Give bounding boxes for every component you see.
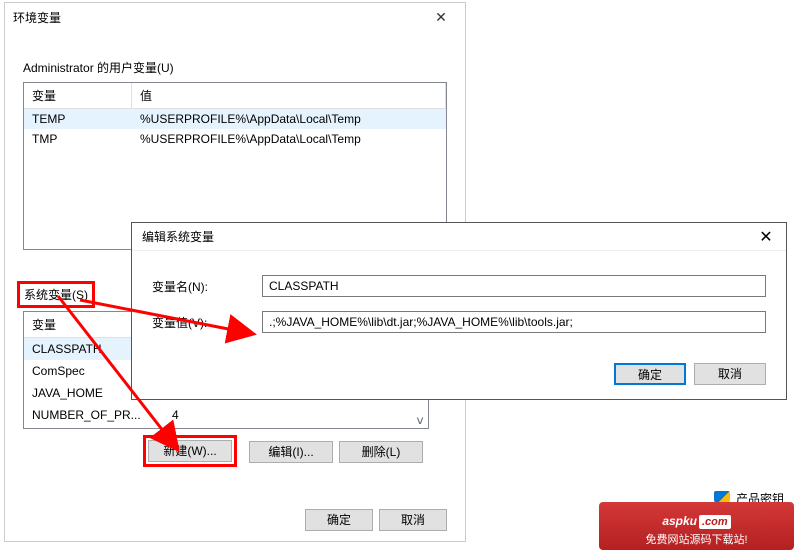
cell-value: %USERPROFILE%\AppData\Local\Temp	[132, 129, 446, 149]
ok-button[interactable]: 确定	[305, 509, 373, 531]
table-row[interactable]: TEMP %USERPROFILE%\AppData\Local\Temp	[24, 109, 446, 129]
aspku-logo-text: aspku	[662, 514, 697, 528]
col-value: 值	[132, 83, 446, 108]
close-icon[interactable]: ✕	[425, 3, 457, 31]
edit-system-variable-dialog: 编辑系统变量 ✕ 变量名(N): 变量值(V): 确定 取消	[131, 222, 787, 400]
col-variable: 变量	[24, 83, 132, 108]
cancel-button[interactable]: 取消	[694, 363, 766, 385]
edit-button[interactable]: 编辑(I)...	[249, 441, 333, 463]
new-button[interactable]: 新建(W)...	[148, 440, 232, 462]
cell-value: 4	[164, 405, 428, 425]
new-button-highlight: 新建(W)...	[143, 435, 237, 467]
system-vars-label-highlight: 系统变量(S)	[17, 281, 95, 308]
table-header: 变量 值	[24, 83, 446, 109]
table-row[interactable]: OS Windows NT	[24, 426, 428, 429]
cell-value: Windows NT	[164, 427, 428, 429]
user-vars-label: Administrator 的用户变量(U)	[23, 59, 465, 76]
chevron-down-icon[interactable]: ⅴ	[412, 412, 428, 428]
edit-dialog-title: 编辑系统变量	[142, 228, 214, 245]
aspku-banner: aspku.com 免费网站源码下载站!	[599, 502, 794, 550]
table-row[interactable]: NUMBER_OF_PR... 4	[24, 404, 428, 426]
variable-value-input[interactable]	[262, 311, 766, 333]
cell-name: NUMBER_OF_PR...	[24, 405, 164, 425]
aspku-com: .com	[699, 515, 731, 529]
cell-name: TMP	[24, 129, 132, 149]
cell-value: %USERPROFILE%\AppData\Local\Temp	[132, 109, 446, 129]
ok-button[interactable]: 确定	[614, 363, 686, 385]
variable-name-label: 变量名(N):	[152, 278, 262, 295]
delete-button[interactable]: 删除(L)	[339, 441, 423, 463]
close-icon[interactable]: ✕	[746, 223, 786, 251]
env-dialog-titlebar: 环境变量 ✕	[5, 3, 465, 31]
edit-dialog-titlebar: 编辑系统变量 ✕	[132, 223, 786, 251]
env-dialog-title: 环境变量	[13, 9, 61, 26]
cell-name: TEMP	[24, 109, 132, 129]
table-row[interactable]: TMP %USERPROFILE%\AppData\Local\Temp	[24, 129, 446, 149]
cell-name: OS	[24, 427, 164, 429]
variable-name-input[interactable]	[262, 275, 766, 297]
aspku-tagline: 免费网站源码下载站!	[645, 531, 747, 547]
cancel-button[interactable]: 取消	[379, 509, 447, 531]
variable-value-label: 变量值(V):	[152, 314, 262, 331]
system-vars-label: 系统变量(S)	[24, 288, 88, 302]
